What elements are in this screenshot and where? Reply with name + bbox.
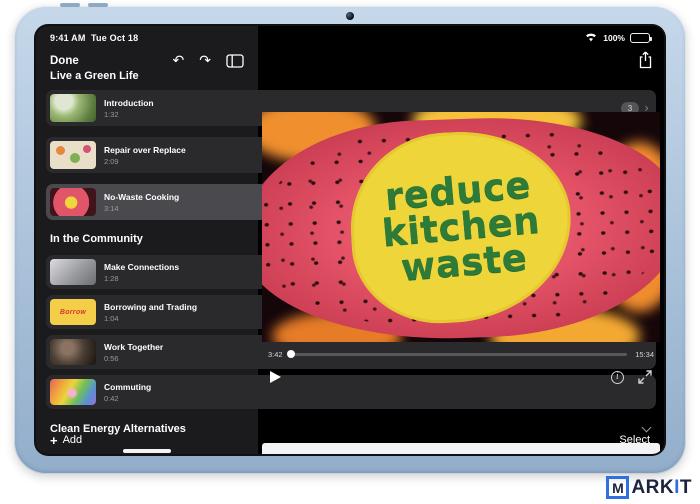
done-button[interactable]: Done <box>50 55 79 67</box>
ipad-device: 9:41 AM Tue Oct 18 100% Done <box>14 6 686 474</box>
edit-toolbar: Done ↶ ↷ <box>36 48 258 74</box>
clip-thumbnail <box>50 141 96 169</box>
redo-icon[interactable]: ↷ <box>199 54 211 68</box>
share-icon[interactable] <box>638 51 653 74</box>
section-title: In the Community <box>50 233 143 245</box>
play-button[interactable] <box>270 371 281 383</box>
clip-thumbnail <box>50 188 96 216</box>
total-time: 15:34 <box>635 350 654 359</box>
battery-icon <box>630 33 650 43</box>
clip-thumbnail <box>50 339 96 365</box>
screen: 9:41 AM Tue Oct 18 100% Done <box>36 26 664 454</box>
add-label: Add <box>63 434 83 446</box>
title-card-blob: reduce kitchen waste <box>346 126 576 327</box>
storyboard-icon[interactable] <box>226 54 244 68</box>
watermark-text: T <box>680 477 692 499</box>
scrubber-track[interactable] <box>291 353 628 356</box>
status-time-date: 9:41 AM Tue Oct 18 <box>50 33 138 43</box>
watermark-logo-box: M <box>606 476 629 499</box>
undo-icon[interactable]: ↶ <box>173 54 185 68</box>
title-line-3: waste <box>400 240 529 287</box>
video-title-text: reduce kitchen waste <box>343 123 579 331</box>
clock-text: 9:41 AM <box>50 33 86 43</box>
wifi-icon <box>584 29 598 47</box>
toolbar-icons: ↶ ↷ <box>173 54 244 68</box>
markit-watermark: M ARK I T <box>606 476 692 499</box>
playback-timeline: 3:42 15:34 <box>268 348 654 360</box>
player-area: reduce kitchen waste 3:42 15:34 <box>258 26 664 454</box>
add-button[interactable]: + Add <box>50 434 82 447</box>
volume-down-button <box>88 3 108 7</box>
thumbnail-text: Borrow <box>60 309 86 316</box>
info-icon[interactable]: i <box>611 371 624 384</box>
watermark-text: ARK <box>631 477 674 499</box>
status-indicators: 100% <box>584 29 650 47</box>
clip-thumbnail <box>50 94 96 122</box>
clip-thumbnail <box>50 259 96 285</box>
date-text: Tue Oct 18 <box>91 33 138 43</box>
home-indicator[interactable] <box>123 449 171 453</box>
battery-percent: 100% <box>603 33 625 43</box>
clip-thumbnail <box>50 379 96 405</box>
volume-up-button <box>60 3 80 7</box>
status-bar: 9:41 AM Tue Oct 18 100% <box>36 26 664 48</box>
front-camera <box>346 12 354 20</box>
video-viewer[interactable]: reduce kitchen waste <box>262 112 660 342</box>
clip-thumbnail: Borrow <box>50 299 96 325</box>
plus-icon: + <box>50 434 58 447</box>
current-time: 3:42 <box>268 350 283 359</box>
content-strip <box>262 443 660 454</box>
page: 9:41 AM Tue Oct 18 100% Done <box>0 0 700 504</box>
fullscreen-icon[interactable] <box>638 370 652 384</box>
player-controls: i <box>270 366 652 388</box>
